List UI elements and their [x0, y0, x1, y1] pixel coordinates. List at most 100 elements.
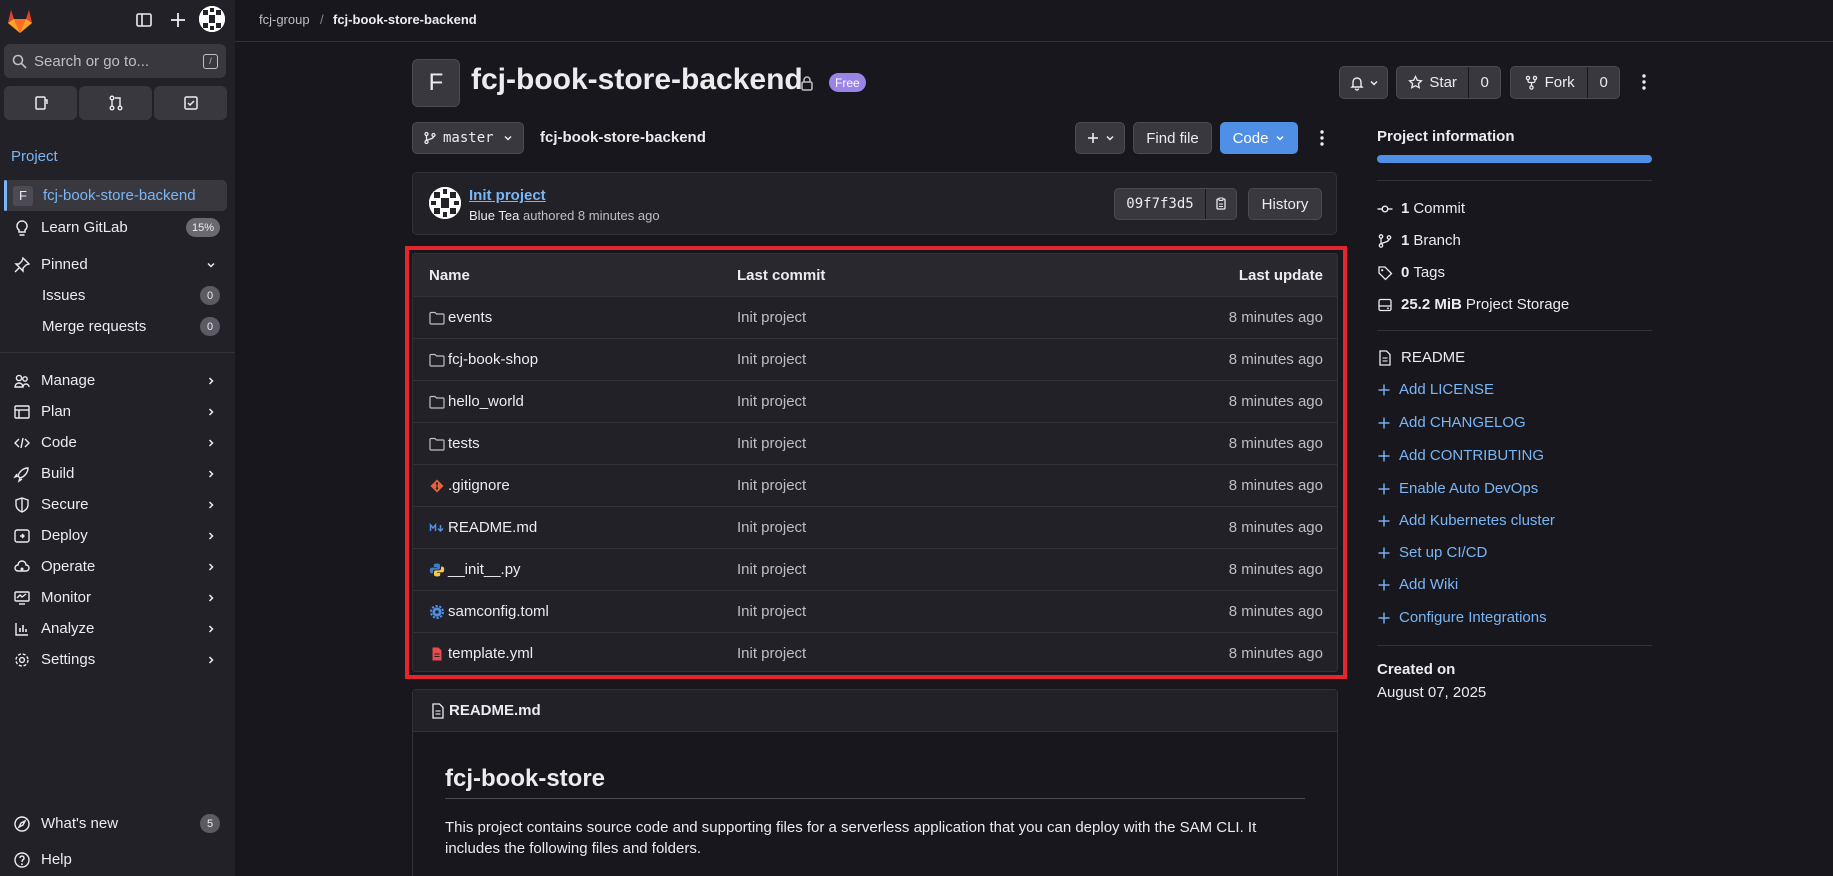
commit-meta-text: authored 8 minutes ago: [522, 208, 660, 223]
sidebar-item-learn-gitlab[interactable]: Learn GitLab 15%: [4, 212, 227, 243]
sidebar-item-manage[interactable]: Manage: [4, 365, 227, 396]
merge-requests-button[interactable]: [79, 86, 152, 120]
commit-author-link[interactable]: Blue Tea: [469, 208, 519, 223]
panel-divider: [1377, 180, 1652, 181]
readme-panel: README.md fcj-book-store This project co…: [412, 689, 1338, 876]
file-name-cell: template.yml: [429, 645, 533, 662]
table-row[interactable]: README.md Init project 8 minutes ago: [413, 506, 1337, 548]
sidebar-item-project[interactable]: F fcj-book-store-backend: [4, 180, 227, 211]
created-on-date: August 07, 2025: [1377, 684, 1487, 701]
sidebar-item-code[interactable]: Code: [4, 427, 227, 458]
sidebar-item-operate[interactable]: Operate: [4, 551, 227, 582]
add-kubernetes-cluster-link[interactable]: Add Kubernetes cluster: [1377, 512, 1555, 529]
add-license-link[interactable]: Add LICENSE: [1377, 381, 1494, 398]
tags-count-link[interactable]: 0 Tags: [1377, 264, 1445, 281]
file-name-link[interactable]: README.md: [448, 519, 537, 536]
tag-icon: [1377, 265, 1393, 281]
project-more-actions-icon[interactable]: [1636, 73, 1652, 91]
sidebar-item-pinned[interactable]: Pinned: [4, 249, 227, 280]
sidebar-item-settings[interactable]: Settings: [4, 644, 227, 675]
find-file-button[interactable]: Find file: [1133, 122, 1212, 154]
branch-selector[interactable]: master: [412, 122, 524, 154]
setup-ci-cd-link[interactable]: Set up CI/CD: [1377, 544, 1487, 561]
breadcrumb-project-link[interactable]: fcj-book-store-backend: [333, 12, 477, 27]
star-button[interactable]: Star: [1397, 67, 1468, 98]
storage-link[interactable]: 25.2 MiB Project Storage: [1377, 296, 1569, 313]
chevron-down-icon: [205, 259, 217, 271]
table-row[interactable]: samconfig.toml Init project 8 minutes ag…: [413, 590, 1337, 632]
file-name-link[interactable]: .gitignore: [448, 477, 510, 494]
table-row[interactable]: events Init project 8 minutes ago: [413, 296, 1337, 338]
sidebar-item-deploy[interactable]: Deploy: [4, 520, 227, 551]
file-last-commit-link[interactable]: Init project: [737, 477, 806, 494]
file-last-commit-link[interactable]: Init project: [737, 309, 806, 326]
file-name-link[interactable]: template.yml: [448, 645, 533, 662]
fork-count[interactable]: 0: [1588, 67, 1619, 98]
sidebar-item-issues[interactable]: Issues 0: [4, 280, 227, 311]
sidebar-item-whats-new[interactable]: What's new 5: [4, 808, 227, 839]
file-name-link[interactable]: events: [448, 309, 492, 326]
add-changelog-link[interactable]: Add CHANGELOG: [1377, 414, 1526, 431]
star-count[interactable]: 0: [1469, 67, 1500, 98]
search-box[interactable]: Search or go to... /: [4, 44, 226, 78]
notification-button[interactable]: [1339, 66, 1388, 99]
todo-list-button[interactable]: [154, 86, 227, 120]
issues-count-badge: 0: [200, 286, 220, 305]
repository-path[interactable]: fcj-book-store-backend: [540, 129, 706, 146]
add-to-tree-button[interactable]: [1075, 122, 1125, 154]
user-avatar[interactable]: [199, 6, 225, 32]
plus-icon: [1086, 131, 1100, 145]
sidebar-item-plan[interactable]: Plan: [4, 396, 227, 427]
file-last-update: 8 minutes ago: [1228, 435, 1323, 452]
readme-filename-link[interactable]: README.md: [449, 702, 541, 719]
sidebar-item-help[interactable]: Help: [4, 844, 227, 875]
file-last-commit-link[interactable]: Init project: [737, 519, 806, 536]
file-last-commit-link[interactable]: Init project: [737, 393, 806, 410]
branch-icon: [1377, 233, 1393, 249]
assigned-issues-button[interactable]: [4, 86, 77, 120]
code-dropdown-button[interactable]: Code: [1220, 122, 1298, 154]
file-last-commit-link[interactable]: Init project: [737, 351, 806, 368]
project-badge: F: [13, 185, 33, 206]
sidebar-item-label: Secure: [41, 496, 89, 513]
readme-link[interactable]: README: [1377, 349, 1465, 366]
table-row[interactable]: tests Init project 8 minutes ago: [413, 422, 1337, 464]
file-last-commit-link[interactable]: Init project: [737, 561, 806, 578]
create-new-icon[interactable]: [167, 9, 189, 31]
gitlab-logo-icon[interactable]: [6, 7, 34, 34]
sidebar-item-monitor[interactable]: Monitor: [4, 582, 227, 613]
sidebar-toggle-icon[interactable]: [133, 9, 155, 31]
enable-auto-devops-link[interactable]: Enable Auto DevOps: [1377, 480, 1538, 497]
table-row[interactable]: hello_world Init project 8 minutes ago: [413, 380, 1337, 422]
history-button[interactable]: History: [1248, 188, 1322, 220]
sidebar-item-secure[interactable]: Secure: [4, 489, 227, 520]
table-row[interactable]: .gitignore Init project 8 minutes ago: [413, 464, 1337, 506]
link-label: Set up CI/CD: [1399, 544, 1488, 561]
commit-title-link[interactable]: Init project: [469, 187, 546, 204]
file-name-link[interactable]: tests: [448, 435, 480, 452]
copy-sha-button[interactable]: [1206, 189, 1236, 219]
file-name-link[interactable]: samconfig.toml: [448, 603, 549, 620]
table-row[interactable]: fcj-book-shop Init project 8 minutes ago: [413, 338, 1337, 380]
repo-more-actions-icon[interactable]: [1314, 129, 1330, 147]
file-name-link[interactable]: hello_world: [448, 393, 524, 410]
add-contributing-link[interactable]: Add CONTRIBUTING: [1377, 447, 1544, 464]
sidebar-item-build[interactable]: Build: [4, 458, 227, 489]
breadcrumb-group-link[interactable]: fcj-group: [259, 12, 310, 27]
table-row[interactable]: template.yml Init project 8 minutes ago: [413, 632, 1337, 671]
table-row[interactable]: __init__.py Init project 8 minutes ago: [413, 548, 1337, 590]
file-name-link[interactable]: fcj-book-shop: [448, 351, 538, 368]
file-last-commit-link[interactable]: Init project: [737, 435, 806, 452]
configure-integrations-link[interactable]: Configure Integrations: [1377, 609, 1547, 626]
add-wiki-link[interactable]: Add Wiki: [1377, 576, 1458, 593]
sidebar-item-analyze[interactable]: Analyze: [4, 613, 227, 644]
file-last-commit-link[interactable]: Init project: [737, 603, 806, 620]
commit-author-avatar[interactable]: [429, 187, 461, 219]
fork-button[interactable]: Fork: [1511, 67, 1587, 98]
commits-count-link[interactable]: 1 Commit: [1377, 200, 1465, 217]
file-name-link[interactable]: __init__.py: [448, 561, 521, 578]
sidebar-item-merge-requests[interactable]: Merge requests 0: [4, 311, 227, 342]
commit-sha[interactable]: 09f7f3d5: [1115, 189, 1206, 219]
branches-count-link[interactable]: 1 Branch: [1377, 232, 1461, 249]
file-last-commit-link[interactable]: Init project: [737, 645, 806, 662]
